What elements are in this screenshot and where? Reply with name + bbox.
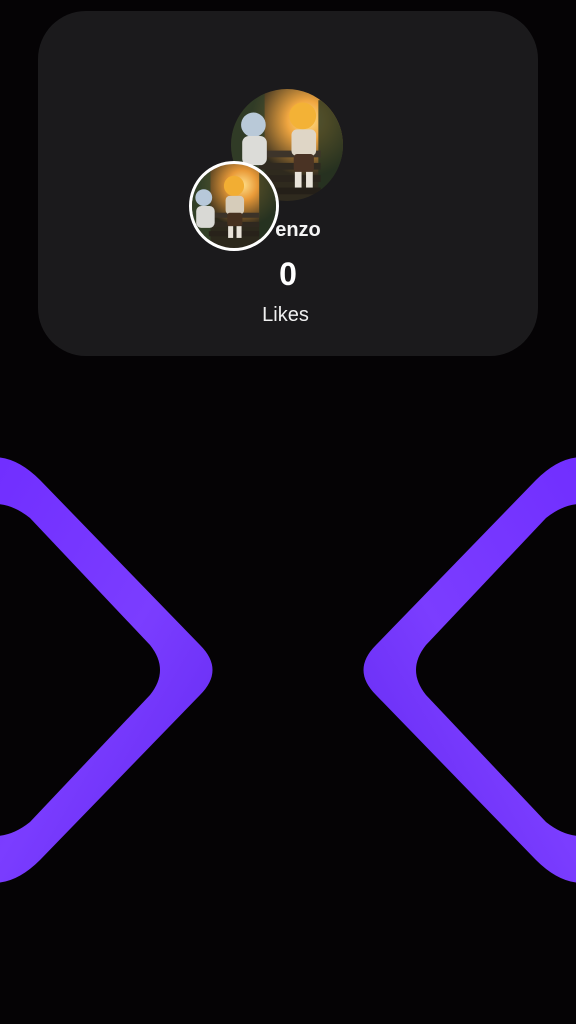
chevron-right-icon[interactable] — [336, 440, 576, 900]
chevron-left-icon[interactable] — [0, 440, 240, 900]
likes-count: 0 — [279, 256, 297, 292]
username: enzo — [275, 219, 321, 241]
likes-label: Likes — [262, 304, 309, 326]
profile-likes-card: enzo 0 Likes — [38, 11, 538, 356]
screen: enzo 0 Likes — [0, 0, 576, 1024]
